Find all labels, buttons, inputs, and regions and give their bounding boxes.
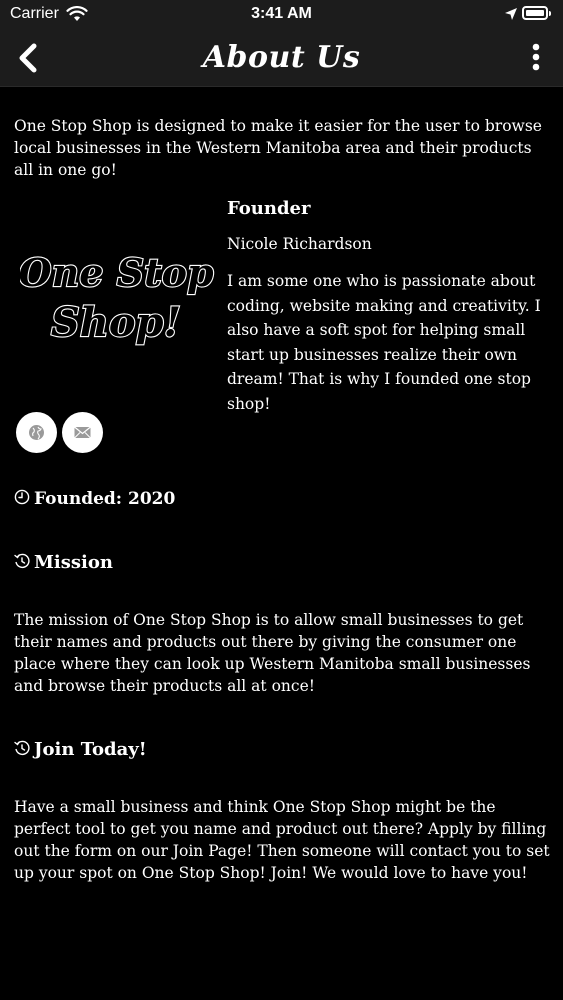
join-heading-label: Join Today! [34, 739, 147, 760]
logo-line-1: One Stop [20, 250, 214, 295]
founded-label: Founded: [34, 489, 123, 509]
clock-history-icon [14, 553, 30, 569]
mission-text: The mission of One Stop Shop is to allow… [14, 611, 531, 695]
founder-bio: I am some one who is passionate about co… [227, 272, 541, 413]
mission-heading: Mission [14, 552, 113, 573]
nav-bar: About Us [0, 30, 563, 87]
location-arrow-icon [505, 8, 517, 20]
intro-text: One Stop Shop is designed to make it eas… [14, 117, 542, 179]
founder-heading: Founder [227, 198, 311, 219]
clock-history-icon [14, 740, 30, 756]
envelope-icon [74, 426, 91, 439]
more-options-button[interactable] [524, 42, 548, 74]
mission-heading-label: Mission [34, 552, 113, 573]
founded-heading: Founded: 2020 [14, 489, 175, 509]
email-button[interactable] [62, 412, 103, 453]
status-bar: Carrier 3:41 AM [0, 0, 563, 30]
one-stop-shop-logo: One Stop Shop! [20, 249, 215, 347]
founder-name: Nicole Richardson [227, 235, 372, 253]
logo-line-2: Shop! [51, 299, 181, 346]
clock-icon [14, 489, 30, 505]
page-title: About Us [202, 40, 361, 75]
globe-icon [29, 425, 44, 440]
founded-year: 2020 [128, 489, 176, 509]
website-button[interactable] [16, 412, 57, 453]
status-time: 3:41 AM [251, 5, 312, 22]
battery-icon [522, 6, 551, 20]
join-heading: Join Today! [14, 739, 147, 760]
join-text: Have a small business and think One Stop… [14, 798, 550, 882]
